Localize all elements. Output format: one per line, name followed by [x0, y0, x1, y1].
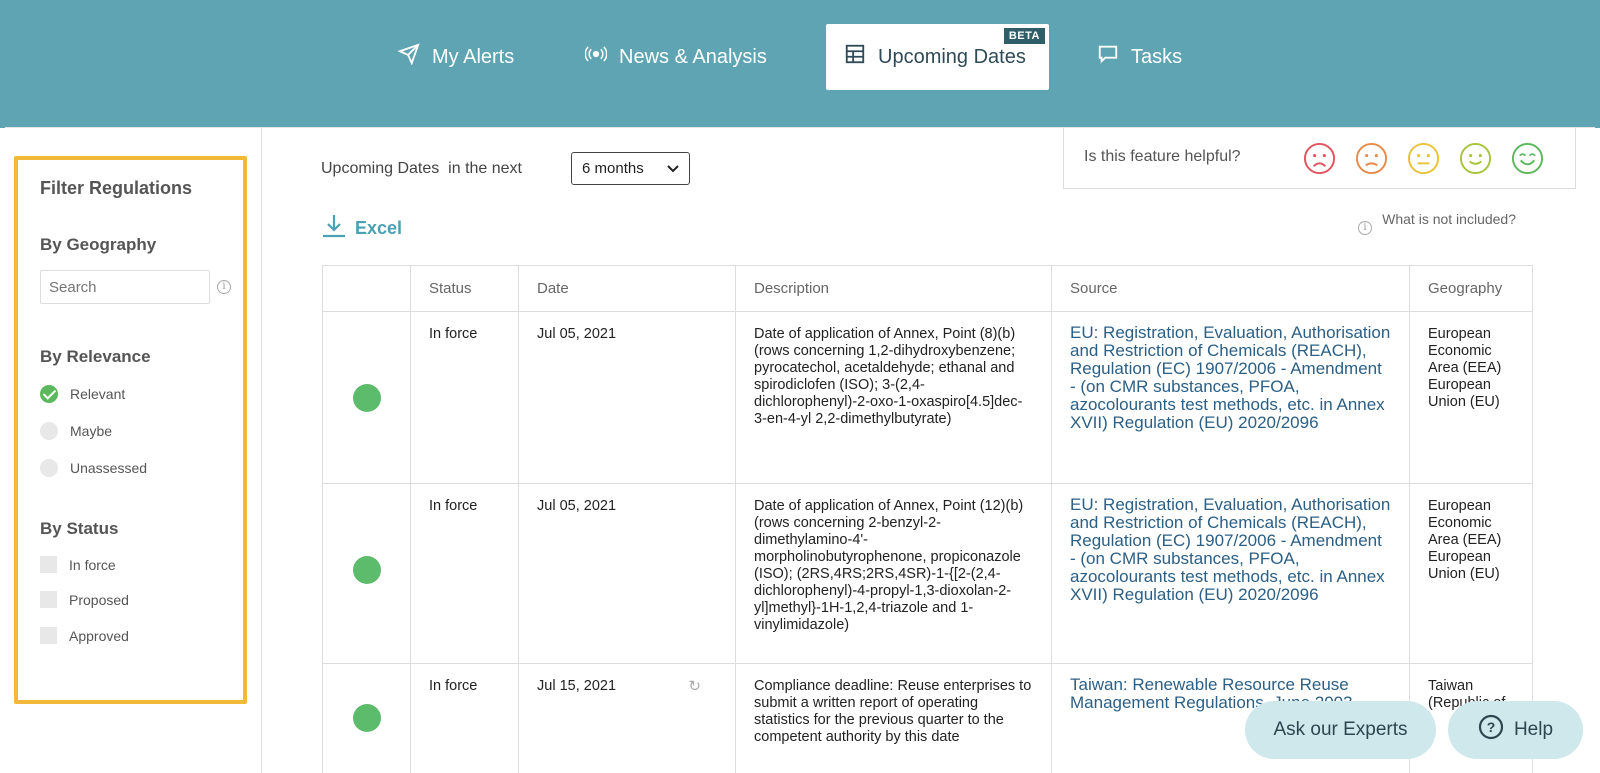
table-row[interactable]: In force Jul 05, 2021 Date of applicatio… — [322, 483, 1533, 664]
option-label: In force — [69, 556, 116, 573]
date-cell: ↻ Jul 15, 2021 — [518, 663, 736, 773]
source-link[interactable]: EU: Registration, Evaluation, Authorisat… — [1051, 311, 1410, 484]
geography-search-input[interactable] — [40, 270, 210, 304]
ask-experts-button[interactable]: Ask our Experts — [1245, 701, 1436, 759]
excel-export-button[interactable]: Excel — [321, 213, 402, 244]
happy-face-icon[interactable] — [1459, 142, 1492, 175]
status-cell: In force — [410, 311, 519, 484]
checkbox[interactable] — [40, 627, 57, 644]
help-button[interactable]: ? Help — [1448, 701, 1583, 759]
relevance-cell — [322, 663, 411, 773]
checkbox[interactable] — [40, 556, 57, 573]
neutral-face-icon[interactable] — [1407, 142, 1440, 175]
download-icon — [321, 213, 347, 244]
date-cell: Jul 05, 2021 — [518, 311, 736, 484]
chat-icon — [1097, 43, 1119, 71]
description-cell: Date of application of Annex, Point (12)… — [735, 483, 1052, 664]
checkbox[interactable] — [40, 591, 57, 608]
range-label: Upcoming Dates in the next — [321, 160, 522, 178]
tab-label: Tasks — [1131, 45, 1183, 68]
option-label: Maybe — [70, 423, 113, 439]
tab-label: Upcoming Dates — [878, 45, 1026, 68]
send-icon — [397, 43, 420, 71]
table-header-row: Status Date Description Source Geography — [322, 265, 1533, 312]
relevance-heading: By Relevance — [40, 347, 151, 366]
refresh-icon[interactable]: ↻ — [688, 678, 701, 695]
tab-label: News & Analysis — [619, 45, 767, 68]
description-cell: Date of application of Annex, Point (8)(… — [735, 311, 1052, 484]
selected-range: 6 months — [582, 160, 644, 177]
option-label: Relevant — [70, 386, 126, 402]
date-cell: Jul 05, 2021 — [518, 483, 736, 664]
tab-upcoming-dates[interactable]: Upcoming Dates BETA — [826, 24, 1049, 90]
relevance-option-relevant[interactable]: Relevant — [40, 385, 125, 403]
relevance-option-unassessed[interactable]: Unassessed — [40, 459, 147, 477]
date-text: Jul 15, 2021 — [537, 678, 617, 694]
status-heading: By Status — [40, 519, 119, 538]
radio-icon[interactable] — [40, 422, 58, 440]
relevant-status-dot — [353, 556, 381, 584]
column-header-geography[interactable]: Geography — [1409, 265, 1533, 312]
filter-regulations-panel: Filter Regulations By Geography i By Rel… — [14, 156, 247, 704]
relevance-cell — [322, 311, 411, 484]
source-link[interactable]: EU: Registration, Evaluation, Authorisat… — [1051, 483, 1410, 664]
time-range-select[interactable]: 6 months — [571, 152, 690, 185]
option-label: Approved — [69, 627, 129, 644]
relevant-status-dot — [353, 384, 381, 412]
filter-title: Filter Regulations — [40, 178, 193, 198]
svg-text:?: ? — [1487, 719, 1496, 735]
tab-tasks[interactable]: Tasks — [1097, 24, 1182, 90]
status-option-approved[interactable]: Approved — [40, 627, 129, 644]
option-label: Proposed — [69, 591, 129, 608]
broadcast-icon — [584, 43, 608, 71]
relevance-option-maybe[interactable]: Maybe — [40, 422, 112, 440]
help-label: Help — [1513, 719, 1554, 740]
geography-cell: European Economic Area (EEA) European Un… — [1409, 311, 1533, 484]
table-row[interactable]: In force Jul 05, 2021 Date of applicatio… — [322, 311, 1533, 484]
upcoming-dates-table: Status Date Description Source Geography… — [322, 265, 1533, 773]
geography-cell: European Economic Area (EEA) European Un… — [1409, 483, 1533, 664]
description-cell: Compliance deadline: Reuse enterprises t… — [735, 663, 1052, 773]
tab-news-analysis[interactable]: News & Analysis — [584, 24, 767, 90]
column-header-description[interactable]: Description — [735, 265, 1052, 312]
info-icon[interactable]: i — [217, 280, 231, 294]
sidebar: Filter Regulations By Geography i By Rel… — [5, 128, 262, 773]
very-sad-face-icon[interactable] — [1303, 142, 1336, 175]
upcoming-dates-label: Upcoming Dates — [321, 160, 440, 177]
tab-label: My Alerts — [432, 45, 515, 68]
tab-my-alerts[interactable]: My Alerts — [397, 24, 515, 90]
checked-radio-icon[interactable] — [40, 385, 58, 403]
sad-face-icon[interactable] — [1355, 142, 1388, 175]
help-icon: ? — [1478, 714, 1504, 746]
status-cell: In force — [410, 483, 519, 664]
feedback-question: Is this feature helpful? — [1084, 148, 1241, 165]
geography-heading: By Geography — [40, 235, 157, 254]
column-header-date[interactable]: Date — [518, 265, 736, 312]
column-header-status[interactable]: Status — [410, 265, 519, 312]
status-option-in-force[interactable]: In force — [40, 556, 116, 573]
status-option-proposed[interactable]: Proposed — [40, 591, 129, 608]
beta-badge: BETA — [1003, 28, 1045, 44]
status-cell: In force — [410, 663, 519, 773]
in-the-next-label: in the next — [448, 160, 522, 177]
info-icon[interactable]: i — [1358, 221, 1372, 235]
table-icon — [844, 43, 866, 71]
excel-label: Excel — [355, 218, 403, 238]
feedback-widget: Is this feature helpful? — [1063, 128, 1576, 189]
chevron-down-icon — [667, 160, 679, 177]
option-label: Unassessed — [70, 460, 148, 476]
column-header — [322, 265, 411, 312]
top-nav-bar: My Alerts News & Analysis Upcoming Dates… — [0, 0, 1600, 128]
radio-icon[interactable] — [40, 459, 58, 477]
very-happy-face-icon[interactable] — [1511, 142, 1544, 175]
relevance-cell — [322, 483, 411, 664]
column-header-source[interactable]: Source — [1051, 265, 1410, 312]
relevant-status-dot — [353, 704, 381, 732]
what-not-included-link[interactable]: What is not included? — [1380, 211, 1516, 228]
ask-experts-label: Ask our Experts — [1273, 719, 1408, 740]
